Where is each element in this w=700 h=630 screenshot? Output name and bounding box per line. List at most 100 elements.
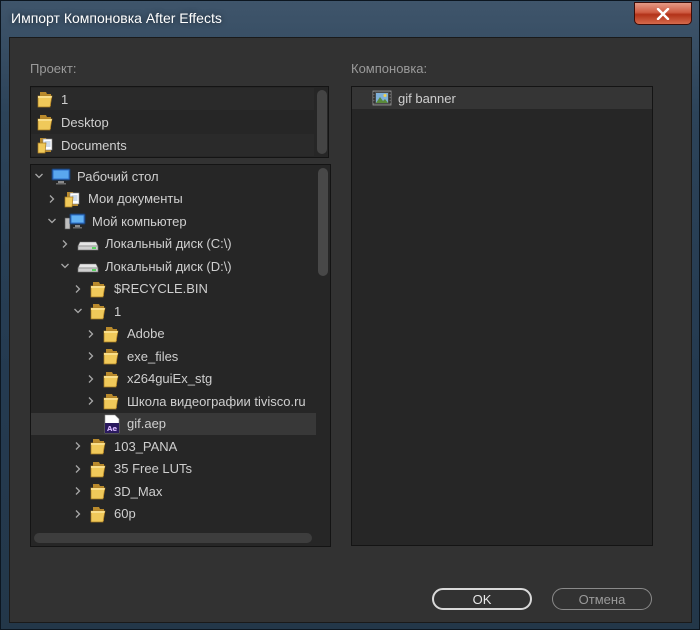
- close-icon: [656, 7, 670, 20]
- folder-icon: [90, 280, 108, 298]
- expander[interactable]: [72, 305, 84, 317]
- tree-item[interactable]: Школа видеографии tivisco.ru: [31, 390, 316, 412]
- recent-locations-list[interactable]: 1 Desktop Documents: [30, 86, 329, 158]
- tree-item[interactable]: Рабочий стол: [31, 165, 316, 187]
- composition-icon: [372, 89, 392, 107]
- chevron-right-icon[interactable]: [85, 373, 97, 385]
- composition-list[interactable]: gif banner: [351, 86, 653, 546]
- folder-icon: [103, 392, 121, 410]
- expander[interactable]: [85, 328, 97, 340]
- composition-item[interactable]: gif banner: [352, 87, 652, 109]
- folder-icon: [103, 325, 121, 343]
- tree-item[interactable]: 35 Free LUTs: [31, 458, 316, 480]
- tree-item-label: Мои документы: [88, 191, 183, 206]
- tree-item[interactable]: Ae gif.aep: [31, 412, 316, 435]
- ok-button[interactable]: OK: [432, 588, 532, 610]
- tree-item[interactable]: x264guiEx_stg: [31, 368, 316, 390]
- chevron-right-icon[interactable]: [72, 283, 84, 295]
- chevron-down-icon[interactable]: [33, 170, 45, 182]
- tree-item-label: Школа видеографии tivisco.ru: [127, 393, 306, 409]
- recent-location-item[interactable]: Documents: [31, 134, 314, 156]
- ae-project-icon: Ae: [103, 414, 121, 434]
- folder-icon: [90, 460, 108, 478]
- chevron-down-icon[interactable]: [46, 215, 58, 227]
- recent-location-label: 1: [61, 91, 69, 107]
- tree-item-label: Локальный диск (C:\): [105, 236, 232, 251]
- folder-icon: [37, 90, 55, 108]
- tree-item-label: x264guiEx_stg: [127, 371, 213, 386]
- folder-icon: [103, 370, 121, 388]
- recent-list-scrollbar[interactable]: [317, 90, 327, 154]
- expander[interactable]: [72, 485, 84, 497]
- recent-location-item[interactable]: Desktop: [31, 111, 314, 133]
- expander[interactable]: [72, 440, 84, 452]
- expander: [85, 418, 97, 430]
- expander[interactable]: [33, 170, 45, 182]
- folder-icon: [37, 113, 55, 131]
- recent-location-item[interactable]: 1: [31, 88, 314, 110]
- expander[interactable]: [85, 350, 97, 362]
- tree-item-label: Мой компьютер: [92, 213, 187, 229]
- folder-icon: [103, 347, 121, 365]
- tree-item[interactable]: Adobe: [31, 323, 316, 345]
- computer-icon: [64, 212, 86, 230]
- chevron-down-icon[interactable]: [72, 305, 84, 317]
- tree-item-label: exe_files: [127, 348, 179, 364]
- chevron-right-icon[interactable]: [85, 395, 97, 407]
- folder-icon: [90, 482, 108, 500]
- tree-item[interactable]: 103_PANA: [31, 435, 316, 457]
- expander[interactable]: [59, 260, 71, 272]
- composition-label: Компоновка:: [351, 61, 428, 76]
- expander[interactable]: [85, 373, 97, 385]
- tree-item[interactable]: 3D_Max: [31, 480, 316, 502]
- chevron-right-icon[interactable]: [72, 485, 84, 497]
- recent-location-label: Documents: [61, 137, 127, 153]
- cancel-button[interactable]: Отмена: [552, 588, 652, 610]
- folder-tree[interactable]: Рабочий стол Мои документы Мой компьютер Ло…: [30, 164, 331, 547]
- expander[interactable]: [72, 283, 84, 295]
- chevron-right-icon[interactable]: [85, 328, 97, 340]
- drive-icon: [77, 235, 99, 253]
- tree-item[interactable]: $RECYCLE.BIN: [31, 278, 316, 300]
- tree-item[interactable]: Мой компьютер: [31, 210, 316, 232]
- recent-location-label: Desktop: [61, 114, 109, 130]
- tree-item[interactable]: Локальный диск (D:\): [31, 255, 316, 277]
- chevron-down-icon[interactable]: [59, 260, 71, 272]
- dialog-content: Проект: Компоновка: 1 Desktop Documents Ра…: [9, 37, 692, 623]
- tree-vertical-scrollbar[interactable]: [318, 168, 328, 276]
- chevron-right-icon[interactable]: [46, 193, 58, 205]
- tree-item[interactable]: 1: [31, 300, 316, 322]
- expander[interactable]: [72, 463, 84, 475]
- tree-item[interactable]: Мои документы: [31, 188, 316, 210]
- document-folder-icon: [64, 190, 82, 208]
- tree-item-label: 103_PANA: [114, 438, 178, 454]
- chevron-right-icon[interactable]: [59, 238, 71, 250]
- drive-icon: [77, 257, 99, 275]
- chevron-right-icon[interactable]: [85, 350, 97, 362]
- tree-item-label: 3D_Max: [114, 483, 163, 499]
- tree-item-label: gif.aep: [127, 416, 167, 431]
- title-bar[interactable]: Импорт Компоновка After Effects: [1, 1, 699, 35]
- tree-item-label: Adobe: [127, 326, 165, 341]
- chevron-right-icon[interactable]: [72, 508, 84, 520]
- expander[interactable]: [72, 508, 84, 520]
- folder-icon: [90, 505, 108, 523]
- dialog-window: Импорт Компоновка After Effects Проект: …: [0, 0, 700, 630]
- tree-item-label: Локальный диск (D:\): [105, 258, 232, 274]
- tree-item[interactable]: exe_files: [31, 345, 316, 367]
- expander[interactable]: [85, 395, 97, 407]
- tree-item-label: 60p: [114, 506, 136, 521]
- tree-horizontal-scrollbar[interactable]: [34, 533, 312, 543]
- expander[interactable]: [46, 193, 58, 205]
- chevron-right-icon[interactable]: [72, 463, 84, 475]
- composition-item-label: gif banner: [398, 90, 456, 106]
- tree-item-label: 1: [114, 303, 122, 319]
- tree-item[interactable]: 60p: [31, 503, 316, 525]
- expander[interactable]: [46, 215, 58, 227]
- tree-item-label: Рабочий стол: [77, 168, 159, 184]
- chevron-right-icon[interactable]: [72, 440, 84, 452]
- expander[interactable]: [59, 238, 71, 250]
- tree-item[interactable]: Локальный диск (C:\): [31, 233, 316, 255]
- close-button[interactable]: [634, 2, 692, 25]
- tree-item-label: 35 Free LUTs: [114, 461, 193, 476]
